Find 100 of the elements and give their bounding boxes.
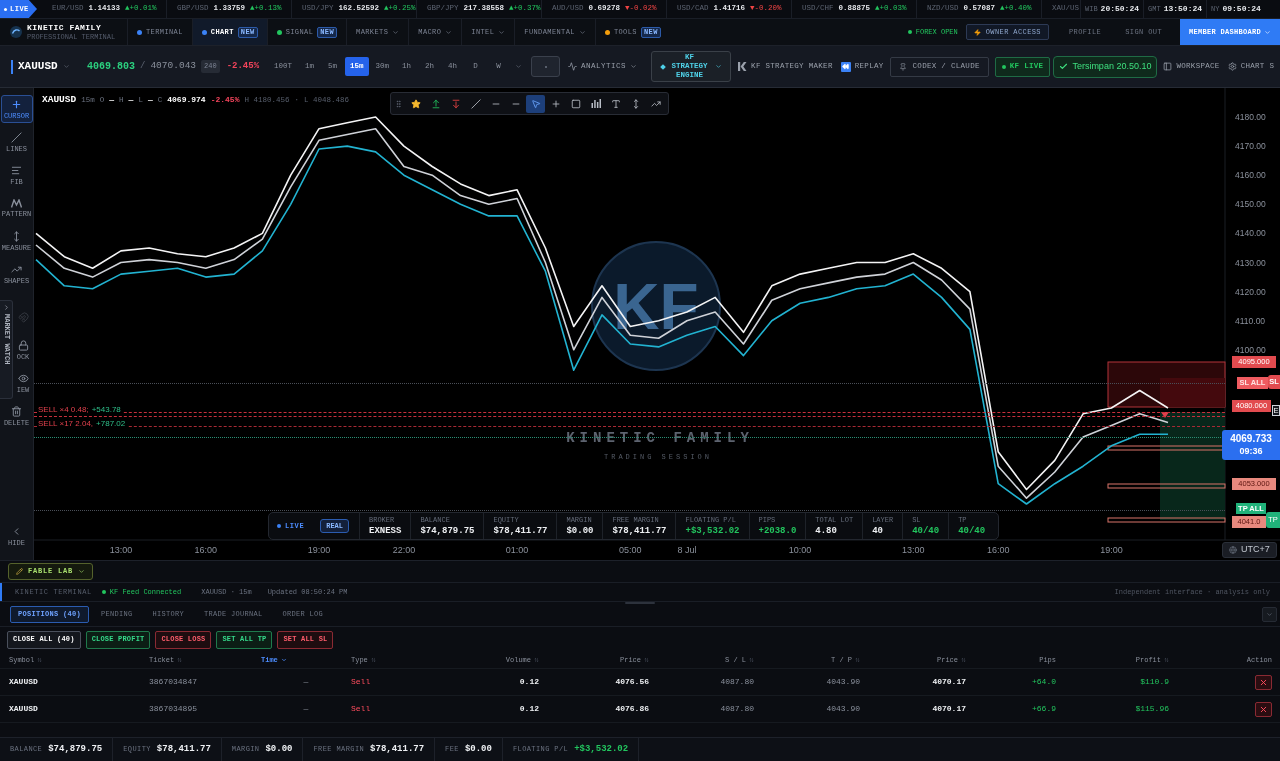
summary-value: $78,411.77	[156, 742, 211, 756]
price-separator: /	[140, 59, 146, 73]
settings-icon	[1227, 62, 1237, 71]
caret-icon	[445, 28, 453, 36]
close-icon	[1259, 704, 1268, 714]
table-cell-text: +66.9	[1031, 703, 1057, 715]
eye-icon	[17, 372, 29, 384]
wave-icon	[568, 62, 578, 71]
legend-change: -2.45%	[210, 94, 240, 107]
time-axis-label: 16:00	[986, 545, 1010, 555]
globe-icon	[1229, 546, 1238, 554]
order-profit: +787.02	[96, 420, 126, 428]
table-cell-text: 3867034895	[149, 703, 198, 715]
table-cell-text: 4070.17	[931, 676, 967, 688]
zigzag-icon	[11, 198, 22, 208]
panel-icon	[1163, 62, 1173, 71]
time-axis-label: 19:00	[307, 545, 331, 555]
star-icon	[410, 98, 421, 109]
order-label: SELL ×4 0.48;	[38, 406, 89, 414]
chevron-right-icon	[2, 304, 10, 311]
accent-bar	[0, 583, 2, 601]
trash-icon	[11, 405, 22, 417]
time-axis-label: 05:00	[619, 545, 642, 555]
stat-value: $74,879.75	[420, 526, 475, 536]
close-position-button[interactable]	[1255, 674, 1272, 690]
ask-price: 4070.043	[150, 59, 197, 74]
current-price: 4069.733	[1230, 434, 1272, 444]
legend-symbol: XAUUSD	[42, 93, 77, 107]
caret-icon	[578, 28, 586, 36]
grip-icon[interactable]	[394, 98, 403, 109]
price-axis-label: 4130.00	[1235, 257, 1266, 268]
diagonal-line-icon	[11, 131, 22, 143]
table-cell-text: 4043.90	[825, 703, 861, 715]
caret-icon	[1264, 28, 1271, 36]
price-axis-label: 4110.00	[1235, 315, 1266, 326]
table-cell-text: XAUUSD	[9, 676, 39, 688]
table-cell-text: 0.12	[518, 703, 540, 715]
caret-icon	[392, 28, 400, 36]
magnet-icon	[17, 311, 29, 323]
order-profit: +543.78	[91, 406, 121, 414]
arrow-up-icon	[430, 98, 441, 109]
close-icon	[1259, 677, 1268, 687]
stat-value: $0.00	[566, 526, 594, 536]
price-axis-label: 4170.00	[1235, 141, 1266, 152]
table-cell-text: 4076.86	[614, 703, 650, 715]
table-cell-text: 4043.90	[825, 676, 861, 688]
time-axis-label: 01:00	[505, 545, 529, 555]
clock-time: 13:50:24	[1163, 3, 1203, 15]
accent-bar	[11, 59, 13, 74]
check-icon	[1059, 62, 1069, 71]
bar-countdown: 09:36	[1239, 447, 1263, 456]
stat-value: +2038.0	[758, 526, 797, 536]
table-cell-text: $110.9	[1139, 676, 1170, 688]
time-axis-label: 22:00	[392, 545, 416, 555]
caret-icon	[498, 28, 506, 36]
table-cell-text: $115.96	[1134, 703, 1170, 715]
saved-status-button[interactable]: Tersimpan 20.50.10	[1053, 55, 1158, 78]
legend-value: 4069.974	[167, 94, 206, 107]
sort-icon	[177, 657, 183, 663]
clock-time: 09:50:24	[1222, 3, 1261, 15]
stat-value: $78,411.77	[612, 526, 667, 536]
drawing-tool-button[interactable]	[526, 94, 545, 113]
triangle-marker	[1161, 412, 1169, 418]
lock-icon	[17, 339, 29, 351]
price-axis-label: 4150.00	[1235, 199, 1266, 210]
stat-value: $78,411.77	[493, 526, 548, 536]
caret-icon	[630, 63, 638, 70]
brand-name: KINETIC FAMILY	[27, 23, 103, 32]
summary-value: +$3,532.02	[574, 742, 629, 756]
stat-value: 4.80	[815, 526, 838, 536]
caret-icon	[62, 63, 70, 70]
vertical-arrows-icon	[11, 230, 22, 242]
sort-icon	[855, 657, 860, 663]
table-cell-text: XAUUSD	[9, 703, 39, 715]
plus-icon	[11, 98, 22, 110]
drag-handle[interactable]	[625, 602, 655, 604]
table-cell-text: 0.12	[518, 676, 540, 688]
pointer-icon	[530, 98, 541, 109]
sort-icon	[534, 657, 539, 663]
pin-icon	[898, 62, 907, 71]
stat-value: 40/40	[958, 526, 986, 536]
price-change: -2.45%	[226, 59, 260, 73]
sort-icon	[749, 657, 754, 663]
rectangle-icon	[570, 98, 581, 109]
table-cell-text: Sell	[351, 676, 372, 688]
table-cell-text: 3867034847	[149, 676, 198, 688]
sort-icon	[644, 657, 649, 663]
close-position-button[interactable]	[1255, 701, 1272, 717]
summary-value: $0.00	[464, 742, 492, 756]
sort-icon	[1164, 657, 1169, 663]
legend-value: —	[147, 94, 153, 107]
timezone-button[interactable]: UTC+7	[1222, 542, 1277, 558]
time-axis-label: 13:00	[902, 545, 925, 555]
watermark-title: KINETIC FAMILY	[566, 430, 754, 446]
time-axis-label: 13:00	[109, 545, 133, 555]
price-axis-label: 4100.00	[1235, 344, 1266, 355]
time-axis-label: 19:00	[1100, 545, 1123, 555]
legend-value: —	[128, 94, 134, 107]
table-cell-text: 4076.56	[614, 676, 650, 688]
table-cell-text: —	[302, 703, 310, 715]
